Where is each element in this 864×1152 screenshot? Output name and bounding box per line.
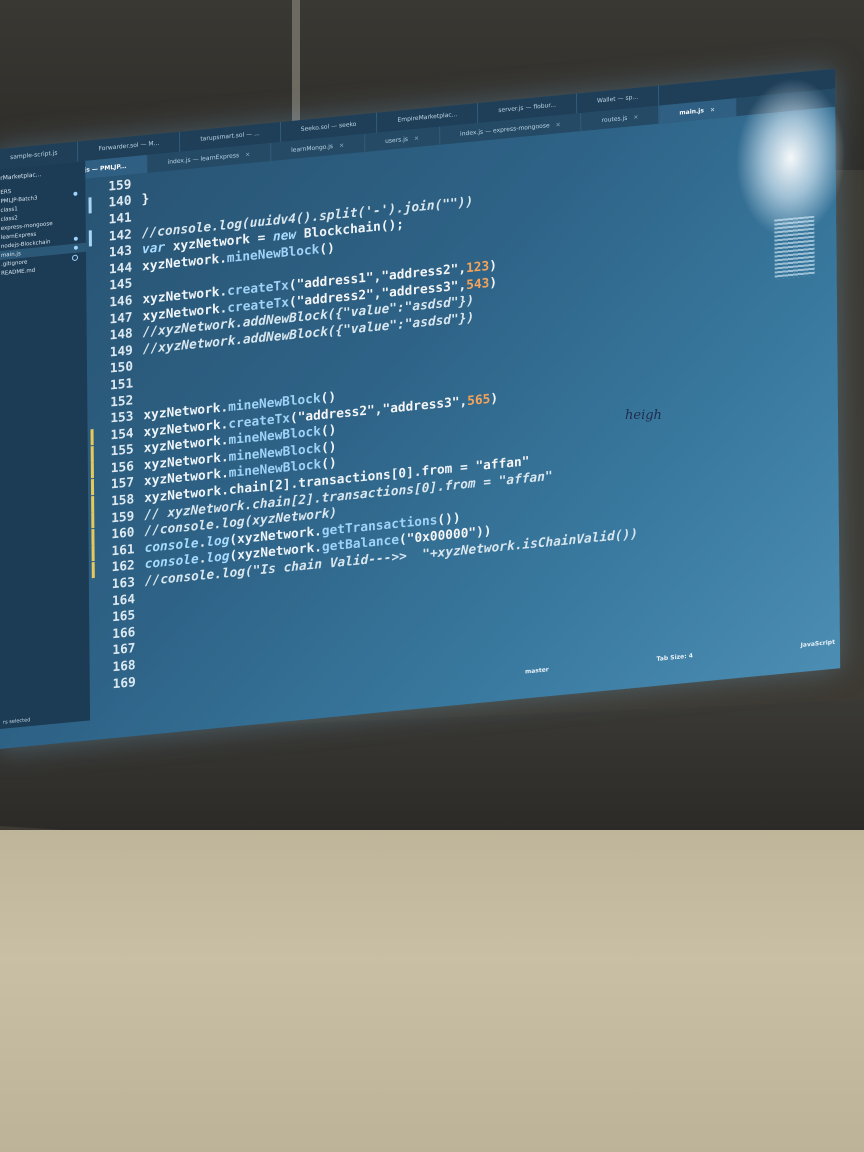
project-sidebar: rMarketplac... ERS PMLJP-Batch3 class1 clas… xyxy=(0,160,91,730)
handwritten-note: heigh xyxy=(625,408,662,423)
gutter-change-marker xyxy=(89,280,92,296)
modified-dot-icon xyxy=(71,254,79,262)
gutter-change-marker xyxy=(93,661,96,677)
file-tab-label: learnMongo.js xyxy=(291,142,334,155)
gutter-change-marker xyxy=(92,595,95,611)
modified-dot-icon xyxy=(73,245,78,250)
gutter-change-marker xyxy=(92,578,95,594)
close-icon[interactable]: × xyxy=(414,135,419,142)
tab-size[interactable]: Tab Size: 4 xyxy=(656,652,692,671)
sidebar-tree: ERS PMLJP-Batch3 class1 class2 express-mongo… xyxy=(0,180,86,279)
modified-dot-icon xyxy=(73,191,78,196)
gutter-change-marker xyxy=(89,247,92,263)
gutter-change-marker xyxy=(90,363,93,379)
close-icon[interactable]: × xyxy=(339,142,344,149)
gutter-change-marker xyxy=(88,230,92,247)
gutter-change-marker xyxy=(91,545,95,562)
close-icon[interactable]: × xyxy=(245,151,250,158)
gutter-change-marker xyxy=(90,396,93,412)
whiteboard-surface xyxy=(0,830,864,1152)
gutter-change-marker xyxy=(90,445,94,463)
gutter-change-marker xyxy=(91,512,95,529)
file-tab-label: index.js — learnExpress xyxy=(167,152,240,166)
gutter-change-marker xyxy=(90,313,93,329)
projector-glare xyxy=(735,72,847,244)
gutter-change-marker xyxy=(90,462,94,479)
git-branch[interactable]: master xyxy=(525,666,549,684)
line-number: 169 xyxy=(112,674,136,692)
file-tab-label: users.js xyxy=(385,135,409,145)
language-mode[interactable]: JavaScript xyxy=(801,639,835,658)
gutter-change-marker xyxy=(90,429,94,446)
sidebar-status: rs selected xyxy=(2,717,31,726)
close-icon[interactable]: × xyxy=(556,121,561,128)
gutter-change-marker xyxy=(88,197,92,214)
gutter-change-marker xyxy=(89,214,92,230)
gutter-change-marker xyxy=(92,645,95,661)
code-editor[interactable]: 159 140} 141 142//console.log(uuidv4().spli… xyxy=(88,114,788,700)
gutter-change-marker xyxy=(89,263,92,279)
gutter-change-marker xyxy=(92,612,95,628)
gutter-change-marker xyxy=(90,478,95,496)
gutter-change-marker xyxy=(90,413,93,429)
gutter-change-marker xyxy=(91,495,95,512)
gutter-change-marker xyxy=(91,528,95,546)
code-text: } xyxy=(141,192,150,208)
gutter-change-marker xyxy=(90,330,93,346)
close-icon[interactable]: × xyxy=(710,106,715,113)
gutter-change-marker xyxy=(89,297,92,313)
file-tab-label: main.js xyxy=(679,107,704,117)
gutter-change-marker xyxy=(91,561,95,579)
file-tab-label: index.js — express-mongoose xyxy=(460,122,550,138)
gutter-change-marker xyxy=(93,678,96,694)
gutter-change-marker xyxy=(88,181,91,197)
close-icon[interactable]: × xyxy=(633,114,638,121)
file-tab-label: routes.js xyxy=(601,114,628,125)
gutter-change-marker xyxy=(90,346,93,362)
gutter-change-marker xyxy=(90,380,93,396)
projected-editor-window: sample-script.js Forwarder.sol — M... taru… xyxy=(0,68,847,750)
modified-dot-icon xyxy=(73,236,78,241)
gutter-change-marker xyxy=(92,628,95,644)
